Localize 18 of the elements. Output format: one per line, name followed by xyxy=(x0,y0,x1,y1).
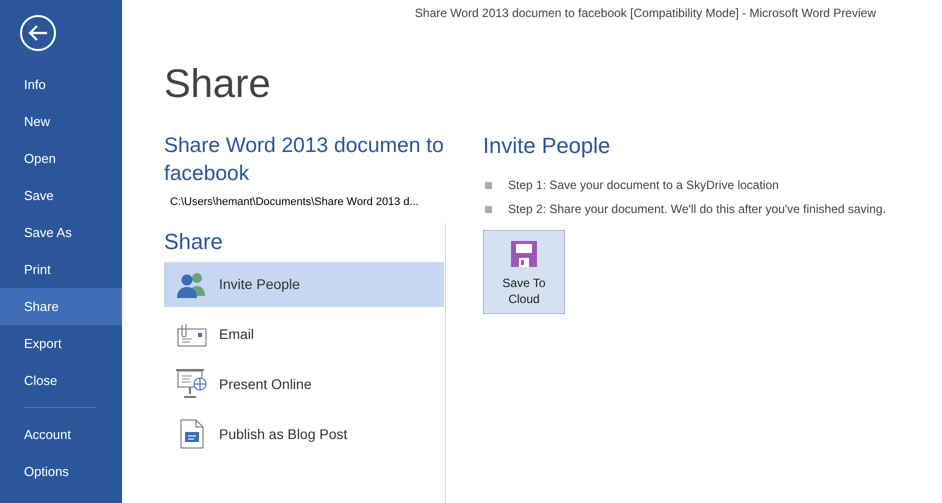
document-title: Share Word 2013 documen to facebook xyxy=(164,133,445,187)
section-heading: Share xyxy=(164,228,224,256)
window-title: Share Word 2013 documen to facebook [Compatibility Mode] - Microsoft Word Preview xyxy=(414,5,876,22)
presentation-screen-icon xyxy=(176,369,208,399)
step-text: Step 2: Share your document. We'll do this after you've finished saving. xyxy=(508,201,886,218)
sidebar-item[interactable]: Share xyxy=(0,288,122,325)
document-comment-icon xyxy=(180,419,204,449)
step-text: Step 1: Save your document to a SkyDrive location xyxy=(508,177,779,194)
bullet-icon xyxy=(485,182,492,188)
document-path: C:\Users\hemant\Documents\Share Word 2013 d... xyxy=(170,195,420,210)
share-option[interactable]: Invite People xyxy=(164,262,444,306)
page-title: Share xyxy=(164,61,272,108)
envelope-icon xyxy=(176,321,206,347)
panel-heading: Invite People xyxy=(483,132,612,160)
bullet-icon xyxy=(485,206,492,212)
save-to-cloud-button[interactable]: Save To Cloud xyxy=(483,230,565,314)
people-icon xyxy=(176,270,208,298)
back-button[interactable] xyxy=(19,14,57,52)
